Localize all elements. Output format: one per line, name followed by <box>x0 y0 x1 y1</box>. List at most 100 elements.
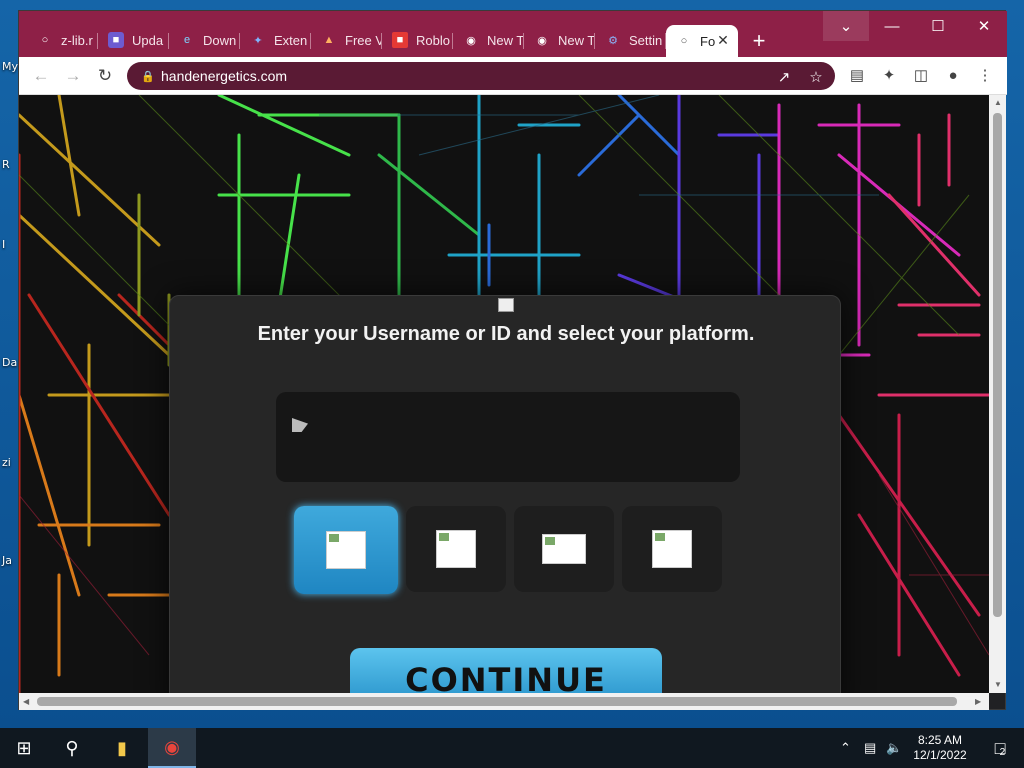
arrow-left-icon: ← <box>32 66 50 85</box>
tab[interactable]: ■ Roblo <box>382 25 453 55</box>
platform-selector <box>294 506 722 594</box>
clock[interactable]: 8:25 AM 12/1/2022 <box>906 733 974 763</box>
tab-search-button[interactable]: ⌄ <box>823 11 869 41</box>
toolbar: ← → ↻ 🔒 handenergetics.com ↗ ☆ ▤ ✦ ◫ ● ⋮ <box>19 57 1007 95</box>
minimize-button[interactable]: — <box>869 11 915 41</box>
browser-window: ○ z-lib.r ■ Upda e Down ✦ Exten ▲ Free V ■ Rob… <box>18 10 1007 710</box>
desktop-label[interactable]: zi <box>2 456 11 469</box>
taskbar: ⊞ ⚲ ▮ ◉ ⌃ ▤ 🔈 8:25 AM 12/1/2022 □ 2 <box>0 728 1024 768</box>
forward-button[interactable]: → <box>61 64 85 88</box>
edge-icon: e <box>183 34 191 46</box>
platform-image-icon <box>436 530 476 568</box>
platform-option-4[interactable] <box>622 506 722 592</box>
tab[interactable]: ◉ New T <box>524 25 595 55</box>
reload-icon: ↻ <box>97 66 113 85</box>
tab-strip: ○ z-lib.r ■ Upda e Down ✦ Exten ▲ Free V ■ Rob… <box>27 25 738 57</box>
chrome-taskbar-button[interactable]: ◉ <box>148 728 196 768</box>
scrollbar-thumb[interactable] <box>993 113 1002 617</box>
file-explorer-button[interactable]: ▮ <box>98 728 146 768</box>
login-card: Enter your Username or ID and select you… <box>169 295 841 693</box>
arrow-right-icon: → <box>64 66 82 85</box>
puzzle-icon[interactable]: ✦ <box>879 66 899 86</box>
back-button[interactable]: ← <box>29 64 53 88</box>
chrome-icon: ◉ <box>164 736 180 757</box>
notification-button[interactable]: □ 2 <box>976 728 1024 768</box>
username-field[interactable] <box>276 392 740 482</box>
page-title: Enter your Username or ID and select you… <box>257 323 755 345</box>
share-icon[interactable]: ↗ <box>775 68 793 86</box>
continue-button[interactable]: CONTINUE <box>350 648 662 693</box>
clock-time: 8:25 AM <box>917 733 963 747</box>
scroll-right-icon[interactable]: ▶ <box>975 697 981 706</box>
tab-label: z-lib.r <box>61 32 93 48</box>
reload-button[interactable]: ↻ <box>93 64 117 88</box>
horizontal-scrollbar[interactable]: ◀ ▶ <box>19 693 989 710</box>
site-icon: ▲ <box>323 34 335 46</box>
star-icon[interactable]: ☆ <box>807 68 825 86</box>
roblox-icon: ■ <box>392 32 408 48</box>
search-icon: ⚲ <box>65 737 79 758</box>
desktop-label[interactable]: I <box>2 238 5 251</box>
username-input[interactable] <box>340 416 720 456</box>
chrome-icon: ◉ <box>466 34 476 47</box>
page-viewport: Enter your Username or ID and select you… <box>19 95 989 693</box>
tab[interactable]: ■ Upda <box>98 25 169 55</box>
chevron-down-icon: ⌄ <box>839 18 853 35</box>
platform-image-icon <box>542 534 586 564</box>
scrollbar-thumb[interactable] <box>37 697 957 706</box>
tab[interactable]: ○ z-lib.r <box>27 25 98 55</box>
title-bar: ○ z-lib.r ■ Upda e Down ✦ Exten ▲ Free V ■ Rob… <box>19 11 1007 57</box>
tab-active[interactable]: ○ Fo ✕ <box>666 25 738 57</box>
platform-option-3[interactable] <box>514 506 614 592</box>
app-icon: ■ <box>108 32 124 48</box>
tab-label: Free V <box>345 32 382 48</box>
tab[interactable]: ◉ New T <box>453 25 524 55</box>
tab-label: New T <box>487 32 524 48</box>
desktop-label[interactable]: Da <box>2 356 17 369</box>
platform-image-icon <box>326 531 366 569</box>
desktop-label[interactable]: My <box>2 60 18 73</box>
vertical-scrollbar[interactable]: ▲ ▼ <box>989 95 1006 693</box>
tab-label: Upda <box>132 32 164 48</box>
search-button[interactable]: ⚲ <box>48 728 96 768</box>
volume-icon[interactable]: 🔈 <box>886 740 902 756</box>
globe-icon: ○ <box>680 35 688 47</box>
desktop-label[interactable]: Ja <box>2 554 12 567</box>
desktop-label[interactable]: R <box>2 158 10 171</box>
windows-icon: ⊞ <box>16 737 32 758</box>
profile-icon[interactable]: ● <box>943 66 963 86</box>
broken-image-icon <box>498 298 514 312</box>
clock-date: 12/1/2022 <box>913 748 967 762</box>
maximize-icon: ☐ <box>931 18 945 35</box>
chevron-up-icon[interactable]: ⌃ <box>840 740 851 756</box>
tab-label: New T <box>558 32 595 48</box>
lock-icon: 🔒 <box>141 71 155 83</box>
puzzle-icon: ✦ <box>253 34 263 47</box>
side-panel-icon[interactable]: ◫ <box>911 66 931 86</box>
tab[interactable]: ⚙ Settin <box>595 25 666 55</box>
minimize-icon: — <box>884 17 900 35</box>
new-tab-button[interactable]: + <box>749 30 769 52</box>
platform-option-1[interactable] <box>294 506 398 594</box>
url-text[interactable]: handenergetics.com <box>161 68 287 84</box>
folder-icon: ▮ <box>117 737 127 758</box>
network-icon[interactable]: ▤ <box>864 740 876 756</box>
platform-image-icon <box>652 530 692 568</box>
address-bar[interactable]: 🔒 handenergetics.com ↗ ☆ <box>127 62 835 90</box>
scroll-left-icon[interactable]: ◀ <box>23 697 29 706</box>
extension-icon[interactable]: ▤ <box>847 66 867 86</box>
close-tab-icon[interactable]: ✕ <box>714 31 732 49</box>
tab[interactable]: ✦ Exten <box>240 25 311 55</box>
user-icon <box>292 418 308 432</box>
scroll-down-icon[interactable]: ▼ <box>994 680 1002 689</box>
close-icon: ✕ <box>977 18 991 35</box>
tab[interactable]: e Down <box>169 25 240 55</box>
notification-count: 2 <box>999 746 1006 758</box>
maximize-button[interactable]: ☐ <box>915 11 961 41</box>
close-window-button[interactable]: ✕ <box>961 11 1007 41</box>
start-button[interactable]: ⊞ <box>0 728 48 768</box>
scroll-up-icon[interactable]: ▲ <box>994 98 1002 107</box>
platform-option-2[interactable] <box>406 506 506 592</box>
tab[interactable]: ▲ Free V <box>311 25 382 55</box>
menu-icon[interactable]: ⋮ <box>975 66 995 86</box>
